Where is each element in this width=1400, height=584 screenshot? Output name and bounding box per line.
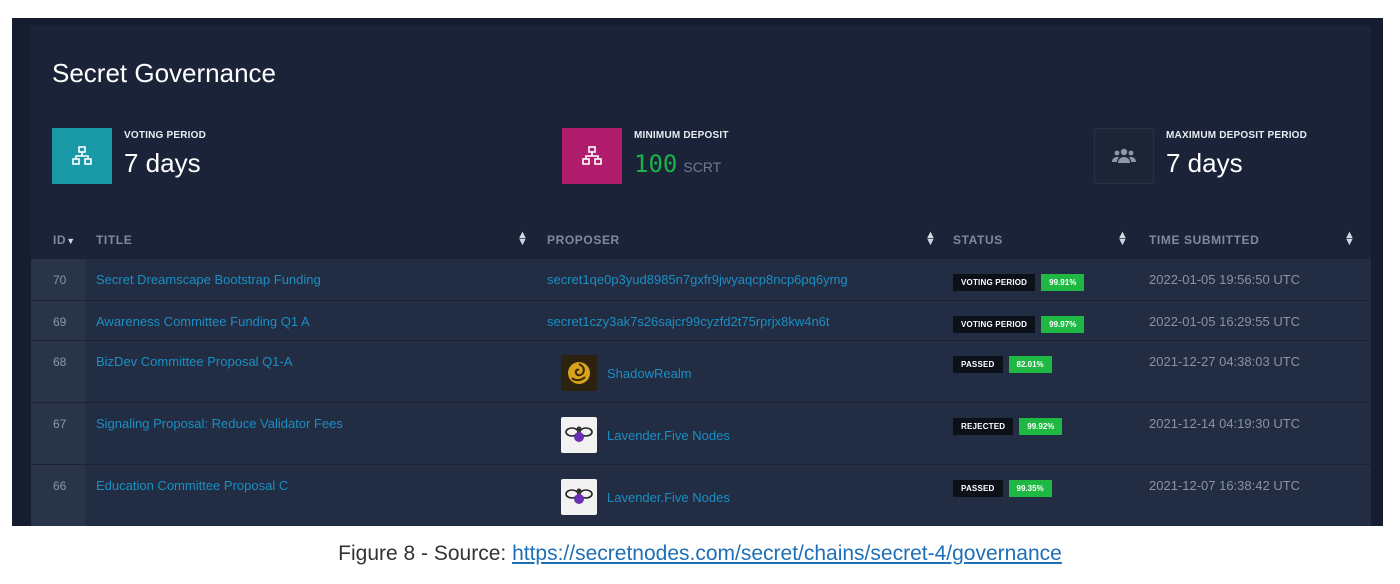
status-badge: PASSED — [953, 356, 1003, 373]
lavender-five-avatar-icon — [561, 417, 597, 453]
stat-label: VOTING PERIOD — [124, 130, 207, 141]
proposer-cell[interactable]: ShadowRealm — [561, 355, 692, 391]
vote-percent-badge: 99.91% — [1041, 274, 1085, 291]
shadowrealm-avatar-icon — [561, 355, 597, 391]
vote-percent-badge: 82.01% — [1008, 356, 1052, 373]
vote-percent-badge: 99.97% — [1041, 316, 1085, 333]
stat-label: MINIMUM DEPOSIT — [634, 130, 729, 141]
status-badge: VOTING PERIOD — [953, 274, 1036, 291]
stat-value-text: 7 days — [124, 148, 201, 178]
table-row[interactable]: 68 BizDev Committee Proposal Q1-A Shadow… — [31, 340, 1371, 402]
proposer-cell[interactable]: Lavender.Five Nodes — [561, 417, 730, 453]
figure-caption: Figure 8 - Source: https://secretnodes.c… — [0, 542, 1400, 566]
page-title: Secret Governance — [52, 58, 277, 88]
status-cell: REJECTED 99.92% — [953, 418, 1063, 435]
network-icon — [562, 128, 622, 184]
proposer-link[interactable]: secret1qe0p3yud8985n7gxfr9jwyaqcp8ncp6pq… — [547, 272, 848, 287]
time-submitted: 2021-12-07 16:38:42 UTC — [1149, 478, 1301, 493]
sort-icon[interactable]: ▲ ▼ — [1117, 230, 1128, 248]
proposal-title-link[interactable]: Secret Dreamscape Bootstrap Funding — [96, 272, 321, 287]
table-header: ID▼ TITLE ▲ ▼ PROPOSER ▲ ▼ STATUS ▲ ▼ TIME … — [31, 222, 1371, 258]
status-cell: PASSED 82.01% — [953, 356, 1052, 373]
vote-percent-badge: 99.92% — [1019, 418, 1063, 435]
column-header-id[interactable]: ID▼ — [53, 233, 76, 247]
proposer-link[interactable]: Lavender.Five Nodes — [607, 490, 730, 505]
proposal-title-link[interactable]: Signaling Proposal: Reduce Validator Fee… — [96, 416, 343, 431]
row-id: 67 — [31, 403, 85, 464]
users-icon — [1094, 128, 1154, 184]
proposal-title-link[interactable]: Awareness Committee Funding Q1 A — [96, 314, 310, 329]
sort-desc-icon: ▼ — [66, 236, 76, 246]
column-header-title[interactable]: TITLE — [96, 233, 132, 247]
time-submitted: 2021-12-27 04:38:03 UTC — [1149, 354, 1301, 369]
stat-value-text: 7 days — [1166, 148, 1243, 178]
status-badge: REJECTED — [953, 418, 1014, 435]
column-label: ID — [53, 233, 67, 247]
table-body: 70 Secret Dreamscape Bootstrap Funding s… — [31, 258, 1371, 526]
status-cell: PASSED 99.35% — [953, 480, 1052, 497]
time-submitted: 2022-01-05 16:29:55 UTC — [1149, 314, 1301, 329]
sort-icon[interactable]: ▲ ▼ — [517, 230, 528, 248]
caption-prefix: Figure 8 - Source: — [338, 542, 513, 565]
row-id: 70 — [31, 259, 85, 300]
column-header-status[interactable]: STATUS — [953, 233, 1003, 247]
row-id: 69 — [31, 301, 85, 340]
stat-value: 7 days — [124, 148, 201, 179]
network-icon — [52, 128, 112, 184]
proposer-link[interactable]: ShadowRealm — [607, 366, 692, 381]
table-row[interactable]: 66 Education Committee Proposal C Lavend… — [31, 464, 1371, 526]
table-row[interactable]: 67 Signaling Proposal: Reduce Validator … — [31, 402, 1371, 464]
source-link[interactable]: https://secretnodes.com/secret/chains/se… — [512, 542, 1062, 565]
time-submitted: 2022-01-05 19:56:50 UTC — [1149, 272, 1301, 287]
time-submitted: 2021-12-14 04:19:30 UTC — [1149, 416, 1301, 431]
status-cell: VOTING PERIOD 99.97% — [953, 316, 1085, 333]
stat-label: MAXIMUM DEPOSIT PERIOD — [1166, 130, 1308, 141]
status-badge: PASSED — [953, 480, 1003, 497]
status-badge: VOTING PERIOD — [953, 316, 1036, 333]
stat-unit: SCRT — [683, 159, 722, 175]
stat-value: 7 days — [1166, 148, 1243, 179]
column-header-proposer[interactable]: PROPOSER — [547, 233, 620, 247]
governance-panel: Secret Governance VOTING PERIOD 7 days M… — [31, 26, 1371, 526]
row-id: 68 — [31, 341, 85, 402]
proposer-link[interactable]: Lavender.Five Nodes — [607, 428, 730, 443]
stat-value: 100 SCRT — [634, 148, 721, 179]
sort-icon[interactable]: ▲ ▼ — [1344, 230, 1355, 248]
table-row[interactable]: 69 Awareness Committee Funding Q1 A secr… — [31, 300, 1371, 340]
status-cell: VOTING PERIOD 99.91% — [953, 274, 1085, 291]
proposer-cell[interactable]: Lavender.Five Nodes — [561, 479, 730, 515]
proposal-title-link[interactable]: Education Committee Proposal C — [96, 478, 288, 493]
lavender-five-avatar-icon — [561, 479, 597, 515]
table-row[interactable]: 70 Secret Dreamscape Bootstrap Funding s… — [31, 258, 1371, 300]
sort-icon[interactable]: ▲ ▼ — [925, 230, 936, 248]
proposal-title-link[interactable]: BizDev Committee Proposal Q1-A — [96, 354, 293, 369]
stat-value-number: 100 — [634, 150, 678, 178]
row-id: 66 — [31, 465, 85, 526]
proposer-link[interactable]: secret1czy3ak7s26sajcr99cyzfd2t75rprjx8k… — [547, 314, 830, 329]
column-header-time[interactable]: TIME SUBMITTED — [1149, 233, 1259, 247]
vote-percent-badge: 99.35% — [1008, 480, 1052, 497]
governance-screenshot: Secret Governance VOTING PERIOD 7 days M… — [12, 18, 1383, 526]
